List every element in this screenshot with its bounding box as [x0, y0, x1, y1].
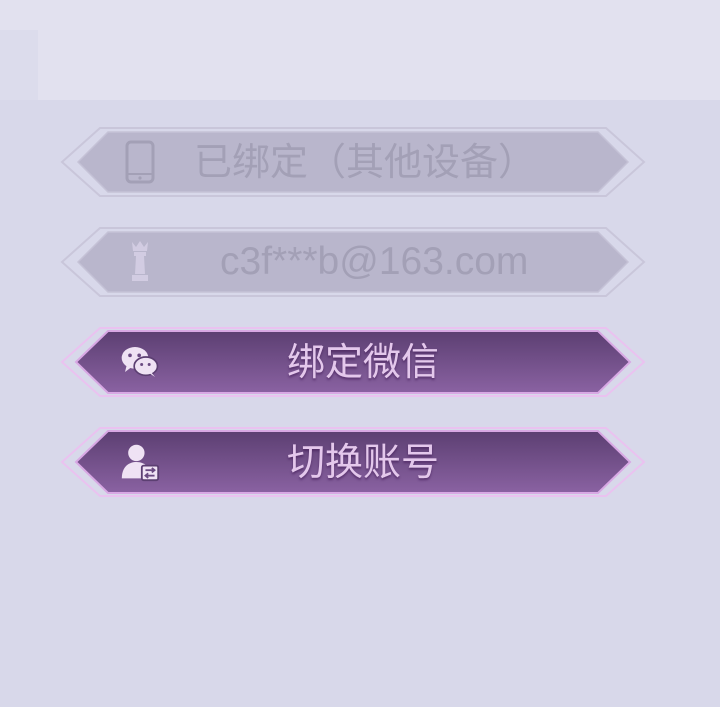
- bound-email-button[interactable]: c3f***b@163.com: [60, 226, 646, 298]
- bind-wechat-label: 绑定微信: [286, 340, 439, 384]
- top-band-fade: [0, 30, 38, 100]
- phone-icon: [120, 140, 160, 184]
- bind-wechat-button[interactable]: 绑定微信: [60, 326, 646, 398]
- chess-king-icon: [120, 241, 160, 282]
- bound-device-label: 已绑定（其他设备）: [194, 140, 537, 184]
- switch-account-button[interactable]: 切换账号: [60, 426, 646, 498]
- bound-email-label: c3f***b@163.com: [220, 240, 529, 283]
- top-band: [0, 0, 720, 100]
- switch-account-label: 切换账号: [286, 440, 439, 484]
- bound-device-button[interactable]: 已绑定（其他设备）: [60, 126, 646, 198]
